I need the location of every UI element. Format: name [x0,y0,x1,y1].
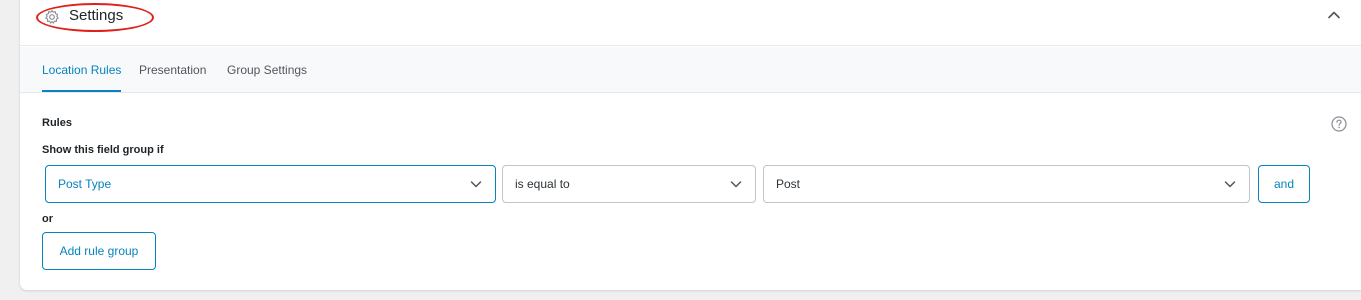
tab-location-rules[interactable]: Location Rules [42,47,122,92]
settings-panel: Settings Location Rules Presentation Gro… [19,0,1361,291]
gear-icon [45,9,59,24]
rules-label: Rules [42,117,72,129]
show-if-label: Show this field group if [42,144,164,156]
panel-title: Settings [69,7,124,24]
or-label: or [42,213,53,225]
tab-presentation[interactable]: Presentation [139,47,206,92]
add-rule-group-button[interactable]: Add rule group [42,232,156,270]
chevron-up-icon[interactable] [1327,8,1341,22]
rule-param-select[interactable]: Post Type [45,165,496,203]
rule-value-select[interactable]: Post [763,165,1250,203]
and-button[interactable]: and [1258,165,1310,203]
chevron-down-icon [730,181,742,188]
rule-operator-select[interactable]: is equal to [502,165,756,203]
tab-group-settings[interactable]: Group Settings [227,47,307,92]
rule-operator-value: is equal to [515,177,570,191]
panel-header[interactable]: Settings [20,0,1361,46]
tab-bar: Location Rules Presentation Group Settin… [20,47,1361,93]
chevron-down-icon [470,181,482,188]
rule-param-value: Post Type [58,177,112,191]
rule-value-value: Post [776,177,801,191]
question-circle-icon[interactable] [1331,116,1347,132]
chevron-down-icon [1224,181,1236,188]
